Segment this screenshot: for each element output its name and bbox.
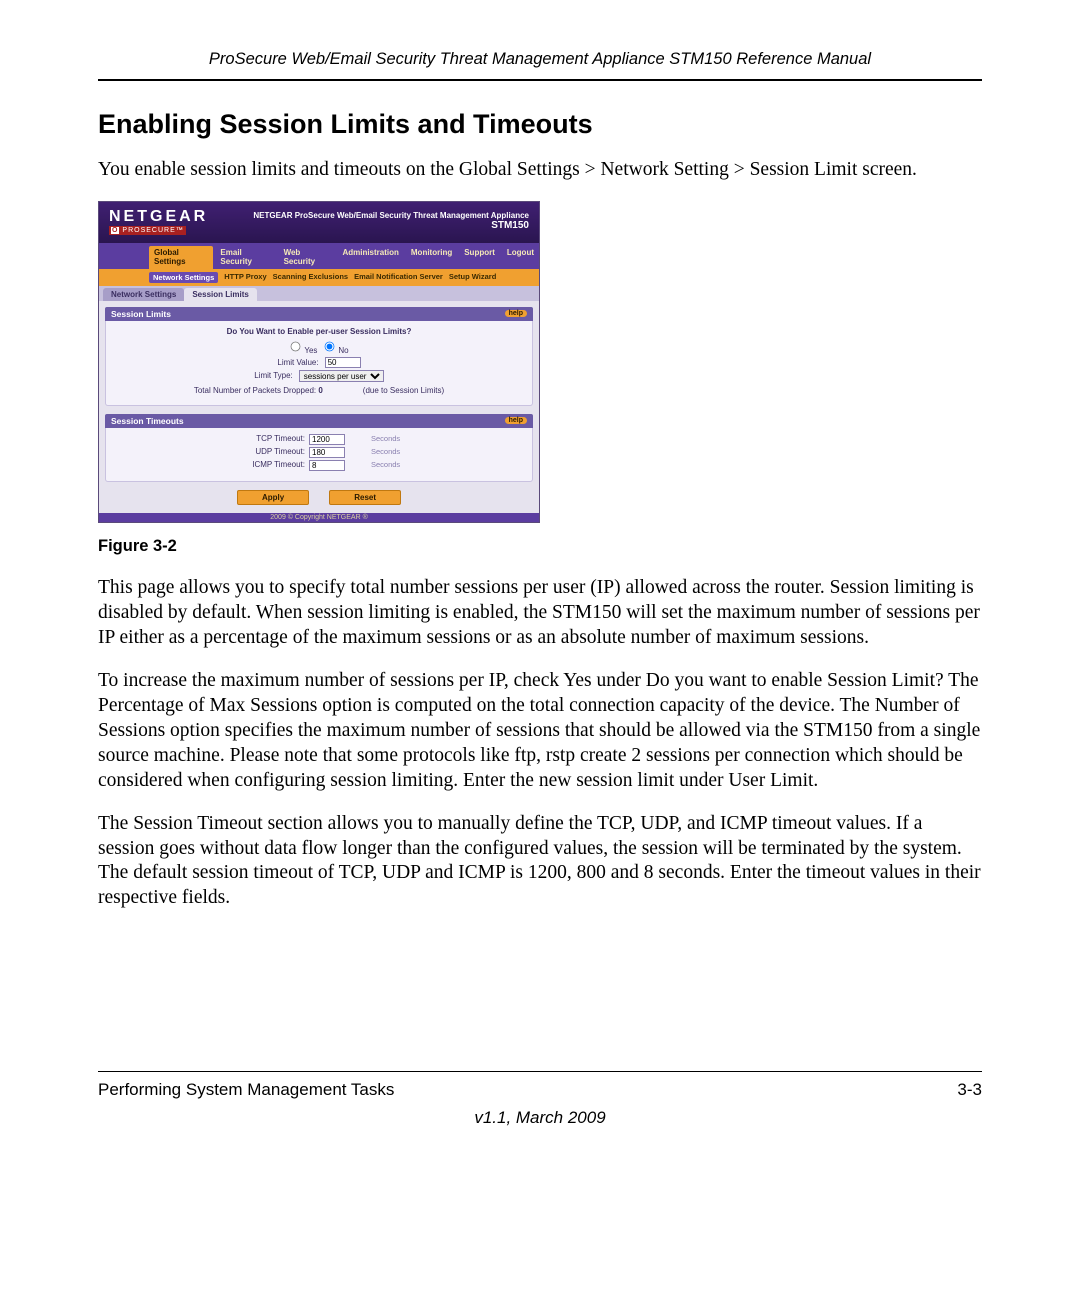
tab-monitoring[interactable]: Monitoring (406, 246, 457, 269)
panel-session-limits-body: Do You Want to Enable per-user Session L… (105, 321, 533, 406)
tab-administration[interactable]: Administration (337, 246, 403, 269)
tcp-timeout-input[interactable] (309, 434, 345, 445)
icmp-unit: Seconds (369, 460, 449, 471)
icmp-timeout-input[interactable] (309, 460, 345, 471)
subtab-http-proxy[interactable]: HTTP Proxy (224, 272, 266, 283)
limit-value-label: Limit Value: (277, 358, 318, 367)
packets-dropped-note: (due to Session Limits) (363, 386, 444, 395)
subtab-scanning-exclusions[interactable]: Scanning Exclusions (273, 272, 348, 283)
tab-web-security[interactable]: Web Security (279, 246, 336, 269)
brand-subline: O PROSECURE™ (109, 226, 186, 235)
udp-unit: Seconds (369, 447, 449, 458)
footer-right: 3-3 (957, 1080, 982, 1100)
limit-type-select[interactable]: sessions per user (299, 370, 384, 382)
subtab-network-settings[interactable]: Network Settings (149, 272, 218, 283)
enable-question: Do You Want to Enable per-user Session L… (116, 327, 522, 336)
app-header: NETGEAR O PROSECURE™ NETGEAR ProSecure W… (99, 202, 539, 243)
panel-session-limits-title: Session Limits (111, 309, 171, 319)
apply-button[interactable]: Apply (237, 490, 309, 505)
tab-global-settings[interactable]: Global Settings (149, 246, 213, 269)
figure-caption: Figure 3-2 (98, 537, 982, 556)
limit-type-label: Limit Type: (254, 371, 293, 380)
page-footer: Performing System Management Tasks 3-3 (98, 1071, 982, 1100)
brand-logo: NETGEAR (109, 208, 208, 226)
panel-session-timeouts-header: Session Timeouts help (105, 414, 533, 428)
radio-yes-label: Yes (289, 340, 317, 355)
main-tabs: Global Settings Email Security Web Secur… (99, 243, 539, 269)
reset-button[interactable]: Reset (329, 490, 401, 505)
radio-no-label: No (323, 340, 348, 355)
panel-session-timeouts-body: TCP Timeout: Seconds UDP Timeout: Second… (105, 428, 533, 482)
footer-left: Performing System Management Tasks (98, 1080, 394, 1100)
icmp-timeout-label: ICMP Timeout: (189, 460, 309, 471)
pgtab-session-limits[interactable]: Session Limits (184, 288, 256, 301)
figure-screenshot: NETGEAR O PROSECURE™ NETGEAR ProSecure W… (98, 201, 982, 523)
panel-session-timeouts-title: Session Timeouts (111, 416, 184, 426)
header-rule (98, 79, 982, 81)
body-p1: This page allows you to specify total nu… (98, 576, 982, 651)
body-p2: To increase the maximum number of sessio… (98, 669, 982, 794)
pgtab-network-settings[interactable]: Network Settings (103, 288, 184, 301)
footer-version: v1.1, March 2009 (98, 1108, 982, 1128)
page-tabs: Network Settings Session Limits (99, 286, 539, 301)
tab-support[interactable]: Support (459, 246, 500, 269)
app-window: NETGEAR O PROSECURE™ NETGEAR ProSecure W… (98, 201, 540, 523)
product-title: NETGEAR ProSecure Web/Email Security Thr… (253, 211, 529, 231)
limit-value-input[interactable] (325, 357, 361, 368)
tab-email-security[interactable]: Email Security (215, 246, 276, 269)
sub-tabs: Network Settings HTTP Proxy Scanning Exc… (99, 269, 539, 286)
tab-logout[interactable]: Logout (502, 246, 539, 269)
udp-timeout-label: UDP Timeout: (189, 447, 309, 458)
intro-paragraph: You enable session limits and timeouts o… (98, 158, 982, 183)
tcp-unit: Seconds (369, 434, 449, 445)
radio-yes[interactable] (291, 342, 301, 352)
app-footer: 2009 © Copyright NETGEAR ® (99, 513, 539, 522)
radio-no[interactable] (325, 342, 335, 352)
running-header: ProSecure Web/Email Security Threat Mana… (98, 50, 982, 75)
tcp-timeout-label: TCP Timeout: (189, 434, 309, 445)
udp-timeout-input[interactable] (309, 447, 345, 458)
help-link-limits[interactable]: help (505, 310, 527, 317)
help-link-timeouts[interactable]: help (505, 417, 527, 424)
panel-session-limits-header: Session Limits help (105, 307, 533, 321)
section-title: Enabling Session Limits and Timeouts (98, 109, 982, 140)
subtab-email-notification[interactable]: Email Notification Server (354, 272, 443, 283)
subtab-setup-wizard[interactable]: Setup Wizard (449, 272, 496, 283)
packets-dropped-label: Total Number of Packets Dropped: 0 (194, 386, 323, 395)
body-p3: The Session Timeout section allows you t… (98, 812, 982, 912)
